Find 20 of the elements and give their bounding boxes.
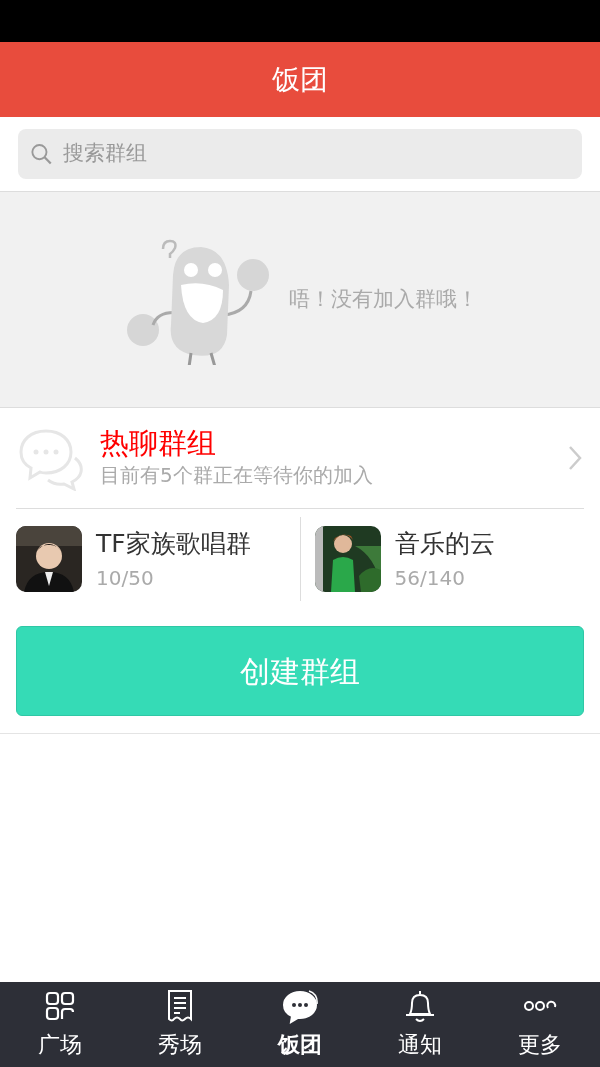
hot-groups-link[interactable]: 热聊群组 目前有5个群正在等待你的加入 <box>0 408 600 508</box>
nav-tab[interactable]: 通知 <box>360 988 480 1061</box>
group-name[interactable]: TF家族歌唱群 <box>96 525 251 563</box>
hot-groups-subtitle: 目前有5个群正在等待你的加入 <box>100 462 374 490</box>
member-count: 56/140 <box>394 564 466 592</box>
hot-groups-title: 热聊群组 <box>100 425 217 461</box>
empty-message: 唔！没有加入群哦！ <box>288 285 478 313</box>
nav-tab[interactable]: 饭团 <box>240 988 360 1061</box>
search-input: 搜索群组 <box>60 137 570 171</box>
search-field[interactable]: 搜索群组 <box>18 129 582 179</box>
more-icon <box>522 999 558 1013</box>
search-icon <box>30 142 53 166</box>
member-count: 10/50 <box>96 564 155 592</box>
group-name[interactable]: 音乐的云 <box>394 525 495 563</box>
nav-tab[interactable]: 更多 <box>480 988 600 1061</box>
nav-tab[interactable]: 广场 <box>0 988 120 1061</box>
chevron-right-icon <box>568 445 582 471</box>
header-title: 饭团 <box>272 61 328 98</box>
nav-tab[interactable]: 秀场 <box>120 988 240 1061</box>
chat-bubble-icon <box>282 988 318 1024</box>
